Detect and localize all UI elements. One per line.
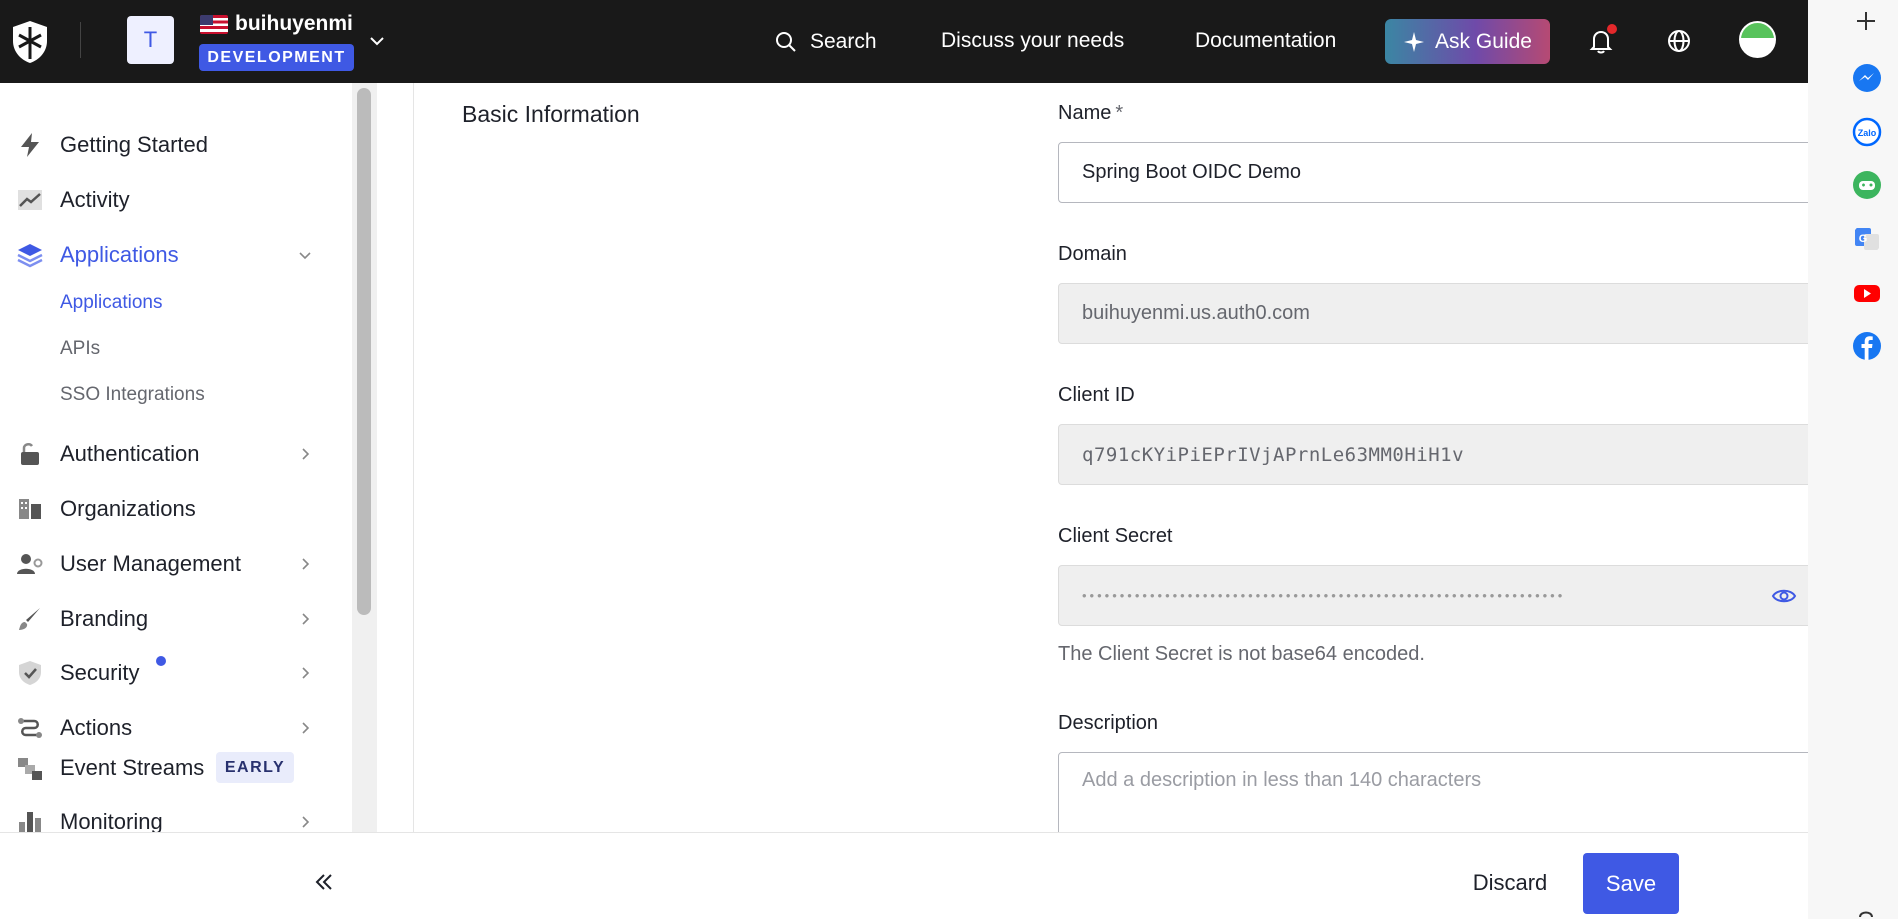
globe-icon[interactable] [1664, 26, 1694, 56]
users-gear-icon [17, 554, 43, 574]
sidebar-scrollbar-thumb[interactable] [357, 88, 371, 615]
sidebar-item-activity[interactable]: Activity [0, 178, 330, 222]
ask-guide-label: Ask Guide [1435, 29, 1532, 53]
facebook-icon[interactable] [1852, 331, 1882, 361]
brush-icon [19, 608, 40, 630]
user-avatar[interactable] [1739, 21, 1776, 58]
lightning-icon [21, 133, 39, 157]
notification-dot [1607, 24, 1617, 34]
shield-check-icon [19, 661, 41, 685]
section-divider [413, 83, 414, 833]
sidebar-item-organizations[interactable]: Organizations [0, 487, 330, 531]
svg-text:Zalo: Zalo [1858, 128, 1877, 138]
svg-text:G: G [1859, 233, 1868, 245]
client-secret-field: ••••••••••••••••••••••••••••••••••••••••… [1058, 565, 1808, 626]
sidebar-item-label: Actions [60, 715, 133, 740]
chevron-down-icon[interactable] [296, 246, 314, 264]
trending-icon [18, 190, 42, 210]
search-button[interactable]: Search [774, 27, 877, 57]
sidebar-item-label: Getting Started [60, 132, 208, 157]
sidebar-subitem-apis[interactable]: APIs [60, 338, 100, 360]
sparkle-icon [1404, 31, 1425, 52]
chevron-right-icon [302, 722, 310, 734]
top-navigation-bar: T buihuyenmi DEVELOPMENT Search Discuss … [0, 0, 1808, 83]
game-controller-icon[interactable] [1852, 170, 1882, 200]
youtube-icon[interactable] [1852, 278, 1882, 308]
sidebar-item-label: Applications [60, 242, 179, 267]
lock-icon [21, 443, 39, 465]
topbar-divider [80, 22, 81, 58]
chevron-right-icon [302, 558, 310, 570]
chevron-right-icon [302, 613, 310, 625]
domain-field: buihuyenmi.us.auth0.com [1058, 283, 1808, 344]
discard-button[interactable]: Discard [1460, 853, 1560, 913]
tenant-name[interactable]: buihuyenmi [235, 12, 353, 36]
search-icon [776, 32, 796, 52]
save-button[interactable]: Save [1583, 853, 1679, 914]
sidebar-item-branding[interactable]: Branding [0, 597, 330, 641]
flow-icon [18, 718, 42, 738]
name-field-label: Name * [1058, 102, 1124, 124]
sidebar-item-user-management[interactable]: User Management [0, 542, 330, 586]
early-badge: EARLY [216, 752, 294, 783]
sidebar-item-label: Activity [60, 187, 130, 212]
sidebar-item-label: User Management [60, 551, 241, 576]
us-flag-icon [200, 15, 228, 34]
google-translate-icon[interactable]: G [1852, 224, 1882, 254]
sidebar-item-label: Branding [60, 606, 149, 631]
app-window: T buihuyenmi DEVELOPMENT Search Discuss … [0, 0, 1808, 919]
security-status-dot [156, 656, 166, 666]
zalo-icon[interactable]: Zalo [1852, 117, 1882, 147]
client-id-field-label: Client ID [1058, 384, 1135, 406]
chevron-down-icon[interactable] [366, 30, 388, 52]
chevron-right-icon [302, 667, 310, 679]
discuss-needs-link[interactable]: Discuss your needs [941, 29, 1124, 53]
description-field-label: Description [1058, 712, 1159, 734]
required-marker: * [1115, 102, 1124, 124]
sidebar-item-label: Authentication [60, 441, 200, 466]
client-secret-masked: ••••••••••••••••••••••••••••••••••••••••… [1082, 588, 1566, 603]
search-label: Search [810, 30, 877, 53]
messenger-icon[interactable] [1852, 63, 1882, 93]
sidebar-item-label: Organizations [60, 496, 196, 521]
client-secret-field-label: Client Secret [1058, 525, 1173, 547]
domain-field-label: Domain [1058, 243, 1127, 265]
client-id-field: q791cKYiPiEPrIVjAPrnLe63MM0HiH1v [1058, 424, 1808, 485]
ask-guide-button[interactable]: Ask Guide [1385, 19, 1550, 64]
name-input[interactable]: Spring Boot OIDC Demo [1058, 142, 1808, 203]
sidebar-item-getting-started[interactable]: Getting Started [0, 123, 330, 167]
tenant-avatar[interactable]: T [127, 16, 174, 64]
section-title: Basic Information [462, 101, 640, 127]
sidebar-item-label: Security [60, 660, 140, 685]
streams-icon [18, 758, 42, 780]
chevron-right-icon [302, 448, 310, 460]
sidebar-item-authentication[interactable]: Authentication [0, 432, 330, 476]
layers-icon [17, 244, 43, 268]
environment-badge: DEVELOPMENT [199, 44, 354, 71]
history-icon[interactable] [1852, 903, 1880, 919]
sidebar-item-actions[interactable]: Actions [0, 706, 330, 750]
documentation-link[interactable]: Documentation [1195, 29, 1336, 53]
sidebar-subitem-sso-integrations[interactable]: SSO Integrations [60, 384, 205, 406]
sidebar-subitem-applications[interactable]: Applications [60, 292, 162, 314]
chevron-right-icon [302, 816, 310, 828]
sidebar-item-applications[interactable]: Applications [0, 233, 330, 277]
eye-icon[interactable] [1771, 583, 1797, 609]
client-secret-help-text: The Client Secret is not base64 encoded. [1058, 643, 1425, 665]
sidebar-item-label: Event Streams [60, 755, 205, 780]
collapse-sidebar-icon[interactable] [312, 870, 336, 894]
building-icon [19, 499, 41, 519]
auth0-logo-icon[interactable] [10, 19, 50, 65]
plus-icon[interactable] [1853, 8, 1879, 34]
